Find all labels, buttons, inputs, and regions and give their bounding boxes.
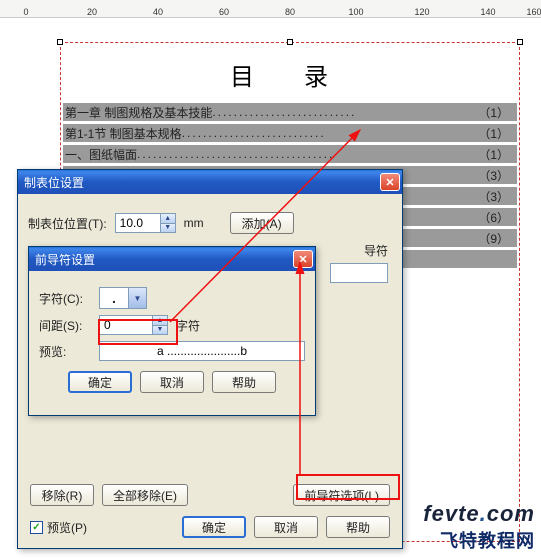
leader-label: 导符	[364, 242, 388, 259]
spacing-input[interactable]	[100, 316, 152, 334]
tab-position-input[interactable]	[116, 214, 160, 232]
spacing-label: 间距(S):	[39, 317, 91, 334]
dialog-titlebar[interactable]: 制表位设置 ✕	[18, 170, 402, 194]
help-button[interactable]: 帮助	[326, 516, 390, 538]
ok-button[interactable]: 确定	[182, 516, 246, 538]
spin-up-icon[interactable]: ▲	[152, 316, 167, 325]
chevron-down-icon[interactable]: ▼	[128, 288, 146, 308]
ok-button[interactable]: 确定	[68, 371, 132, 393]
char-combo[interactable]: . ▼	[99, 287, 147, 309]
spin-down-icon[interactable]: ▼	[160, 223, 175, 233]
preview-checkbox[interactable]: ✓ 预览(P)	[30, 519, 87, 536]
unit-label: mm	[184, 216, 204, 230]
spacing-unit: 字符	[176, 317, 200, 334]
leader-settings-dialog: 前导符设置 ✕ 字符(C): . ▼ 间距(S): ▲▼ 字符 预览: 确定 取…	[28, 246, 316, 416]
help-button[interactable]: 帮助	[212, 371, 276, 393]
remove-all-button[interactable]: 全部移除(E)	[102, 484, 188, 506]
remove-button[interactable]: 移除(R)	[30, 484, 94, 506]
watermark: fevte.com 飞特教程网	[423, 501, 535, 553]
toc-row: 一、图纸幅面..................................…	[63, 145, 517, 163]
tab-position-label: 制表位位置(T):	[28, 215, 107, 232]
leader-field[interactable]	[330, 263, 388, 283]
spin-up-icon[interactable]: ▲	[160, 214, 175, 223]
checkmark-icon: ✓	[30, 521, 43, 534]
close-icon[interactable]: ✕	[380, 173, 400, 191]
horizontal-ruler: 0 20 40 60 80 100 120 140 160	[0, 0, 541, 18]
toc-row: 第一章 制图规格及基本技能...........................…	[63, 103, 517, 121]
preview-field[interactable]	[99, 341, 305, 361]
dialog-title: 制表位设置	[24, 174, 84, 191]
doc-title: 目 录	[61, 43, 519, 100]
dialog-titlebar[interactable]: 前导符设置 ✕	[29, 247, 315, 271]
char-label: 字符(C):	[39, 290, 91, 307]
toc-row: 第1-1节 制图基本规格...........................（…	[63, 124, 517, 142]
preview-label: 预览:	[39, 343, 91, 360]
cancel-button[interactable]: 取消	[140, 371, 204, 393]
cancel-button[interactable]: 取消	[254, 516, 318, 538]
tab-position-spinner[interactable]: ▲▼	[115, 213, 176, 233]
spacing-spinner[interactable]: ▲▼	[99, 315, 168, 335]
leader-options-button[interactable]: 前导符选项(L)	[293, 484, 390, 506]
close-icon[interactable]: ✕	[293, 250, 313, 268]
spin-down-icon[interactable]: ▼	[152, 325, 167, 335]
add-button[interactable]: 添加(A)	[230, 212, 294, 234]
dialog-title: 前导符设置	[35, 251, 95, 268]
